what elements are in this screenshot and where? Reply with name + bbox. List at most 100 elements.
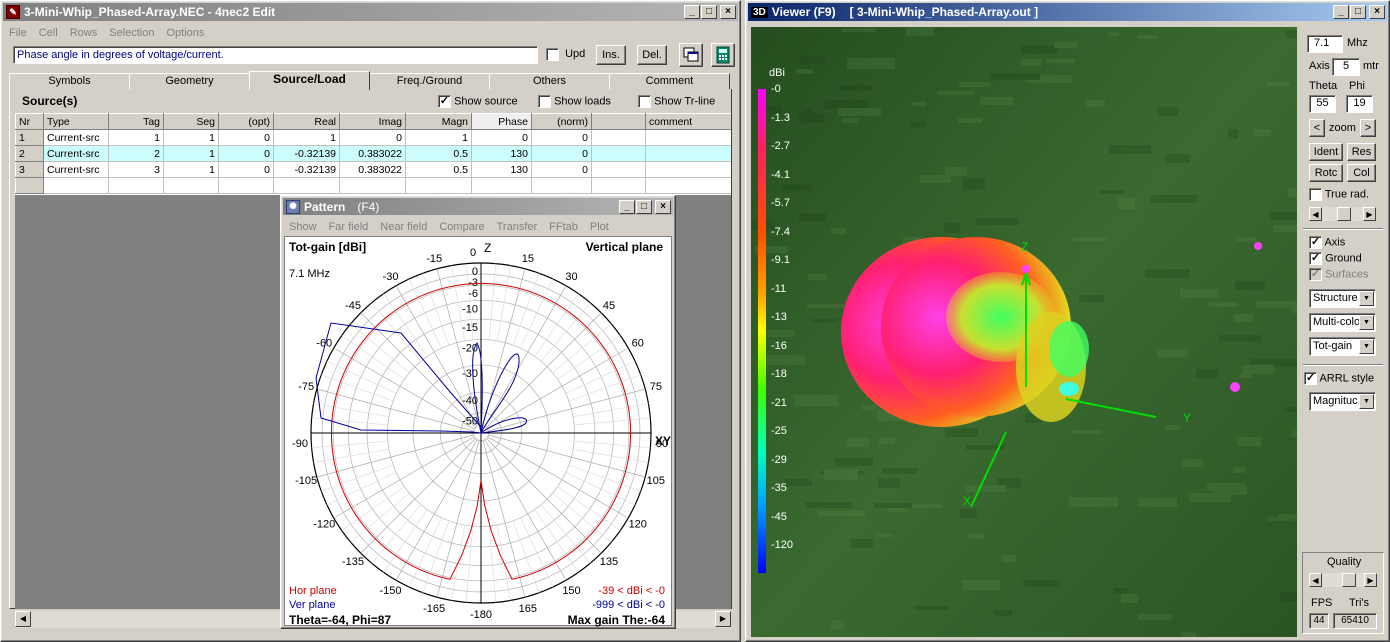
- table-cell[interactable]: Current-src: [43, 145, 109, 162]
- calculator-button[interactable]: [711, 43, 735, 67]
- quality-right-button[interactable]: ▶: [1364, 573, 1377, 587]
- table-cell[interactable]: 0: [531, 129, 592, 146]
- column-header[interactable]: (norm): [531, 113, 592, 130]
- pattern-minimize-button[interactable]: _: [619, 200, 635, 214]
- del-button[interactable]: Del.: [637, 45, 667, 65]
- zoom-in-button[interactable]: >: [1360, 119, 1376, 137]
- table-cell[interactable]: 130: [471, 145, 532, 162]
- column-header[interactable]: Seg: [163, 113, 219, 130]
- table-cell[interactable]: [591, 145, 646, 162]
- axis-size-input[interactable]: 5: [1332, 58, 1360, 76]
- table-cell[interactable]: 1: [163, 161, 219, 178]
- table-cell[interactable]: [339, 177, 406, 194]
- polar-plot[interactable]: 0153045607590105120135150165-180-165-150…: [285, 237, 673, 627]
- rotc-button[interactable]: Rotc: [1309, 164, 1343, 182]
- tab-others[interactable]: Others: [489, 73, 610, 89]
- axis-check-box[interactable]: ✓: [1309, 236, 1322, 249]
- table-row-empty[interactable]: [15, 177, 731, 194]
- slider-thumb[interactable]: [1337, 207, 1351, 221]
- pattern-maximize-button[interactable]: □: [636, 200, 652, 214]
- column-header[interactable]: Nr: [15, 113, 44, 130]
- table-cell[interactable]: [405, 177, 472, 194]
- true-rad-slider[interactable]: ◀ ▶: [1309, 207, 1376, 221]
- copy-window-button[interactable]: [679, 43, 703, 67]
- true-rad-checkbox[interactable]: True rad.: [1309, 188, 1369, 201]
- column-header[interactable]: Tag: [108, 113, 164, 130]
- show-loads-box[interactable]: [538, 95, 551, 108]
- row-number[interactable]: 1: [15, 129, 44, 146]
- table-cell[interactable]: [163, 177, 219, 194]
- column-header[interactable]: [591, 113, 646, 130]
- viewer-titlebar[interactable]: 3D Viewer (F9) [ 3-Mini-Whip_Phased-Arra…: [748, 3, 1387, 21]
- show-source-checkbox[interactable]: ✓ Show source: [438, 95, 518, 108]
- table-cell[interactable]: [591, 129, 646, 146]
- table-cell[interactable]: 1: [163, 129, 219, 146]
- ground-checkbox[interactable]: ✓ Ground: [1309, 252, 1362, 265]
- arrl-check-box[interactable]: ✓: [1304, 372, 1317, 385]
- menu-options[interactable]: Options: [160, 27, 210, 39]
- table-cell[interactable]: Current-src: [43, 161, 109, 178]
- surfaces-checkbox[interactable]: ✓ Surfaces: [1309, 268, 1368, 281]
- table-cell[interactable]: [43, 177, 109, 194]
- ground-check-box[interactable]: ✓: [1309, 252, 1322, 265]
- maximize-button[interactable]: □: [701, 5, 717, 19]
- chevron-down-icon[interactable]: ▼: [1359, 394, 1374, 409]
- scroll-right-button[interactable]: ▶: [715, 611, 731, 627]
- minimize-button[interactable]: _: [684, 5, 700, 19]
- table-cell[interactable]: 1: [163, 145, 219, 162]
- table-cell[interactable]: 0.383022: [339, 145, 406, 162]
- table-row[interactable]: 1 Current-src 1 1 0 1 0 1 0 0: [15, 129, 731, 146]
- viewer-maximize-button[interactable]: □: [1350, 5, 1366, 19]
- tab-source-load[interactable]: Source/Load: [249, 71, 370, 90]
- structure-combo[interactable]: Structure ▼: [1309, 289, 1376, 308]
- pattern-canvas[interactable]: 0 15 30 45 60 75 90 105 120 135 150 165 -180 -165 -150…: [284, 236, 673, 627]
- true-rad-box[interactable]: [1309, 188, 1322, 201]
- pattern-menu-fftab[interactable]: FFtab: [543, 221, 584, 233]
- row-number[interactable]: [15, 177, 44, 194]
- hint-field[interactable]: Phase angle in degrees of voltage/curren…: [13, 46, 538, 64]
- table-cell[interactable]: [531, 177, 592, 194]
- table-cell[interactable]: [273, 177, 340, 194]
- table-cell[interactable]: [108, 177, 164, 194]
- column-header[interactable]: Real: [273, 113, 340, 130]
- pattern-titlebar[interactable]: ✺ Pattern (F4) _ □ ×: [283, 198, 673, 215]
- table-cell[interactable]: 0.5: [405, 145, 472, 162]
- table-cell[interactable]: 130: [471, 161, 532, 178]
- ins-button[interactable]: Ins.: [596, 45, 626, 65]
- viewer-minimize-button[interactable]: _: [1333, 5, 1349, 19]
- theta-input[interactable]: 55: [1309, 95, 1336, 113]
- arrl-checkbox[interactable]: ✓ ARRL style: [1304, 372, 1374, 385]
- table-cell[interactable]: 1: [405, 129, 472, 146]
- table-cell[interactable]: Current-src: [43, 129, 109, 146]
- table-row[interactable]: 3 Current-src 3 1 0 -0.32139 0.383022 0.5 130 0: [15, 161, 731, 178]
- viewer-close-button[interactable]: ×: [1369, 5, 1385, 19]
- close-button[interactable]: ×: [720, 5, 736, 19]
- table-cell[interactable]: -0.32139: [273, 145, 340, 162]
- chevron-down-icon[interactable]: ▼: [1359, 315, 1374, 330]
- col-button[interactable]: Col: [1347, 164, 1376, 182]
- table-cell[interactable]: 3: [108, 161, 164, 178]
- column-header[interactable]: comment: [645, 113, 731, 130]
- gain-combo[interactable]: Tot-gain ▼: [1309, 337, 1376, 356]
- row-number[interactable]: 3: [15, 161, 44, 178]
- axis-checkbox[interactable]: ✓ Axis: [1309, 236, 1345, 249]
- magnitude-combo[interactable]: Magnituc ▼: [1309, 392, 1376, 411]
- table-cell[interactable]: 0: [218, 161, 274, 178]
- slider-right-button[interactable]: ▶: [1363, 207, 1376, 221]
- column-header[interactable]: (opt): [218, 113, 274, 130]
- menu-selection[interactable]: Selection: [103, 27, 160, 39]
- freq-input[interactable]: 7.1: [1307, 35, 1343, 53]
- pattern-menu-transfer[interactable]: Transfer: [491, 221, 544, 233]
- table-cell[interactable]: 0: [471, 129, 532, 146]
- column-header[interactable]: Phase: [471, 113, 532, 130]
- table-cell[interactable]: [645, 177, 731, 194]
- pattern-menu-plot[interactable]: Plot: [584, 221, 615, 233]
- pattern-menu-far-field[interactable]: Far field: [323, 221, 375, 233]
- row-number[interactable]: 2: [15, 145, 44, 162]
- table-cell[interactable]: 1: [108, 129, 164, 146]
- tab-symbols[interactable]: Symbols: [9, 73, 130, 89]
- zoom-out-button[interactable]: <: [1309, 119, 1325, 137]
- pattern-menu-show[interactable]: Show: [283, 221, 323, 233]
- table-cell[interactable]: -0.32139: [273, 161, 340, 178]
- table-cell[interactable]: [645, 161, 731, 178]
